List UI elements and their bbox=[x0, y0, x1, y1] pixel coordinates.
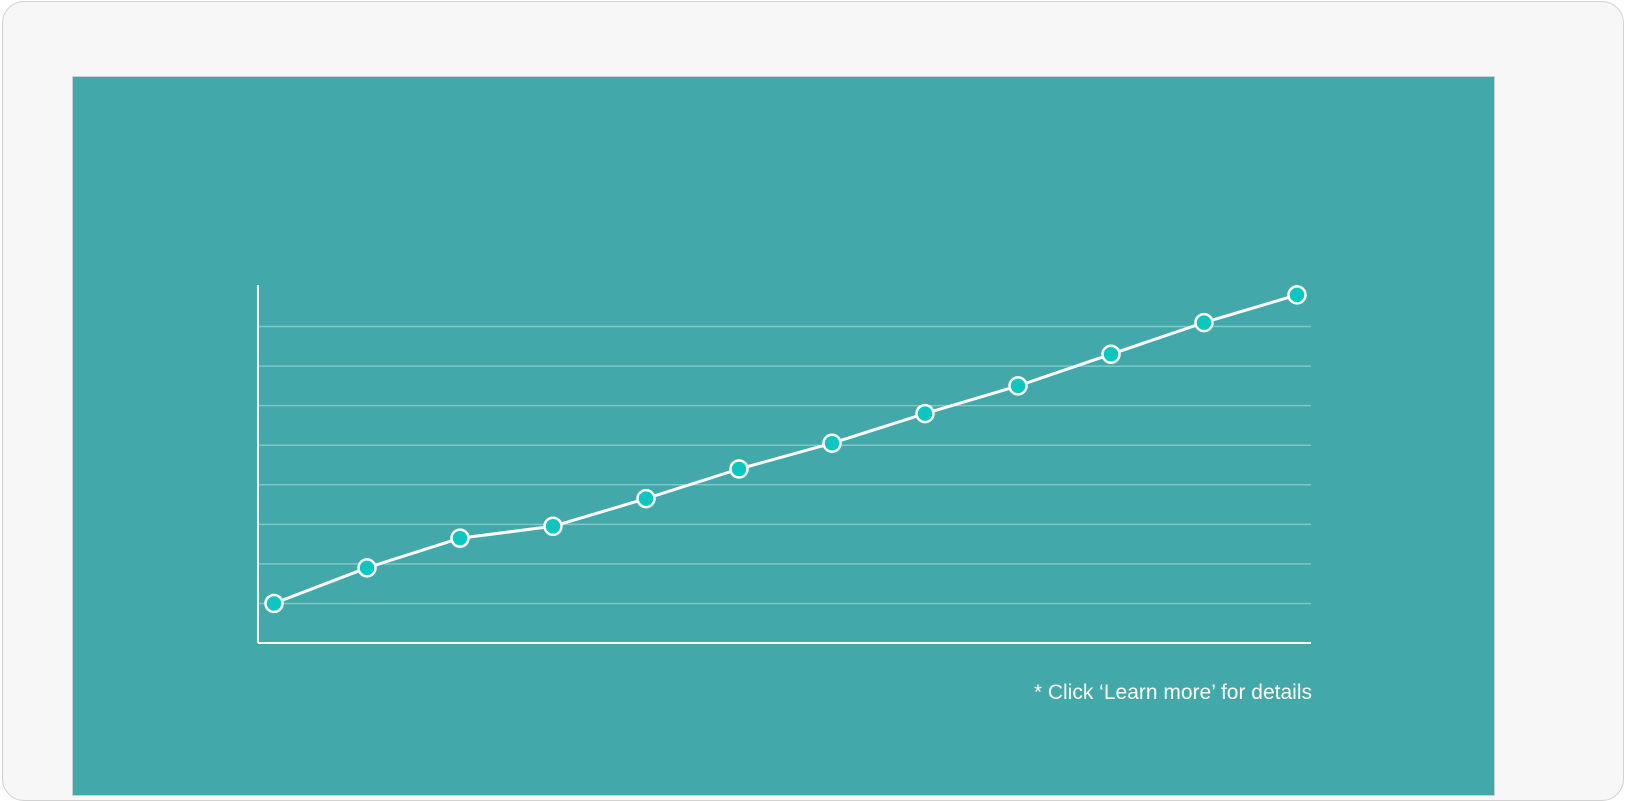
data-point-7 bbox=[822, 433, 842, 453]
footnote-text: * Click ‘Learn more’ for details bbox=[1033, 681, 1312, 704]
data-point-11 bbox=[1194, 312, 1214, 333]
series-line bbox=[273, 293, 1298, 605]
data-point-8 bbox=[915, 403, 935, 424]
data-point-9 bbox=[1008, 376, 1028, 396]
device-frame: * Click ‘Learn more’ for details bbox=[2, 1, 1624, 801]
data-point-1 bbox=[264, 593, 284, 614]
data-point-6 bbox=[729, 459, 749, 479]
data-points bbox=[264, 285, 1307, 614]
data-point-10 bbox=[1101, 344, 1121, 364]
data-point-3 bbox=[450, 528, 470, 548]
data-point-12 bbox=[1287, 285, 1307, 305]
chart-panel: * Click ‘Learn more’ for details bbox=[72, 76, 1495, 796]
data-point-2 bbox=[357, 558, 377, 578]
data-point-5 bbox=[636, 488, 656, 509]
data-point-4 bbox=[543, 516, 563, 537]
gridlines bbox=[258, 325, 1311, 605]
